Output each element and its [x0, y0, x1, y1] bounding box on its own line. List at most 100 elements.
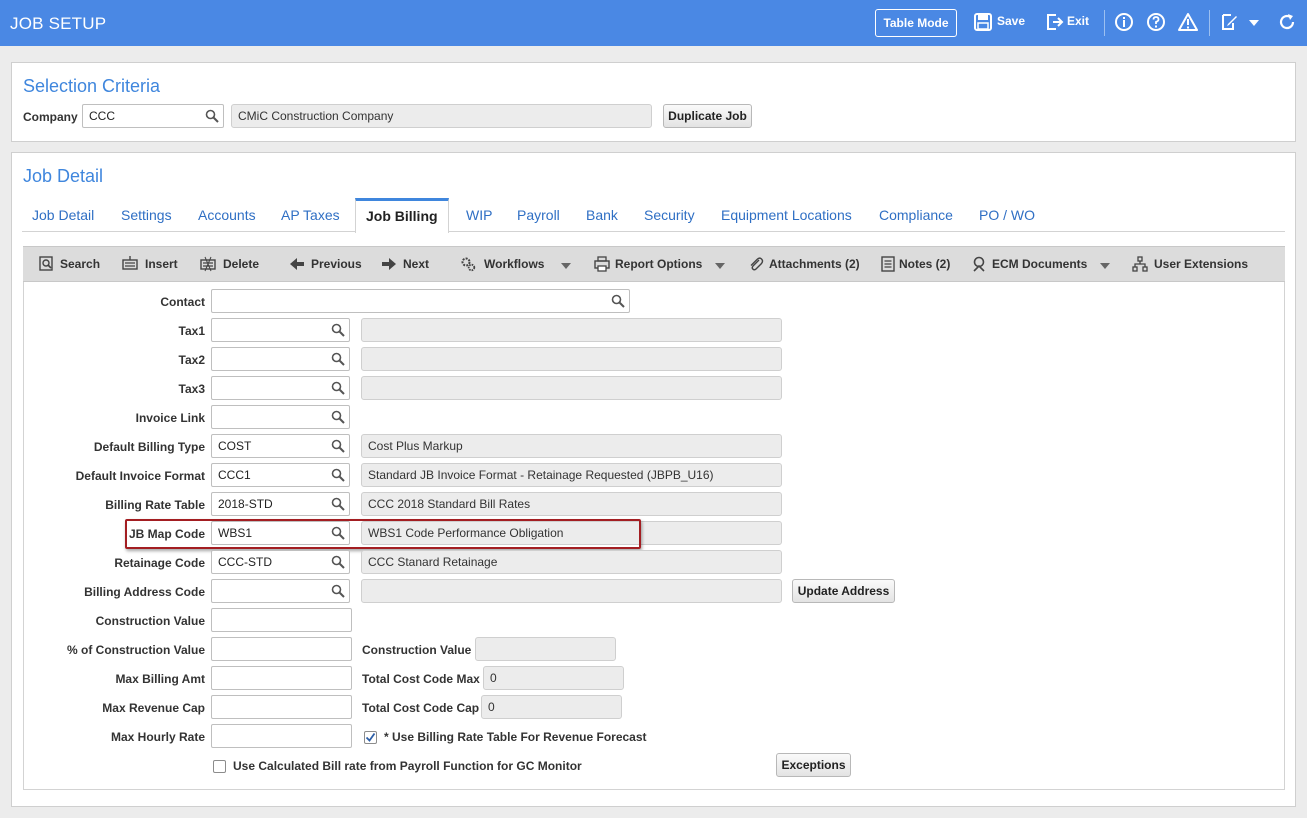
- max-billing-input[interactable]: [211, 666, 352, 690]
- contact-input[interactable]: [211, 289, 630, 313]
- search-icon[interactable]: [205, 109, 219, 123]
- billing-type-label: Default Billing Type: [93, 440, 205, 454]
- hierarchy-icon[interactable]: [1132, 256, 1148, 272]
- duplicate-job-button[interactable]: Duplicate Job: [663, 104, 752, 128]
- tab-ap-taxes[interactable]: AP Taxes: [281, 207, 340, 223]
- selection-criteria-panel: Selection Criteria: [11, 62, 1296, 142]
- company-input[interactable]: CCC: [82, 104, 224, 128]
- billing-type-input[interactable]: COST: [211, 434, 350, 458]
- user-extensions-button[interactable]: User Extensions: [1154, 257, 1248, 271]
- construction-value-ro-label: Construction Value: [362, 643, 472, 657]
- workflows-button[interactable]: Workflows: [484, 257, 544, 271]
- chevron-down-icon[interactable]: [561, 263, 571, 269]
- paperclip-icon[interactable]: [748, 256, 764, 272]
- tax1-input[interactable]: [211, 318, 350, 342]
- ecm-documents-button[interactable]: ECM Documents: [992, 257, 1087, 271]
- tab-settings[interactable]: Settings: [121, 207, 172, 223]
- delete-button[interactable]: Delete: [223, 257, 259, 271]
- highlight-box: [125, 519, 641, 549]
- previous-button[interactable]: Previous: [311, 257, 362, 271]
- notes-icon[interactable]: [880, 256, 896, 272]
- billing-type-value: COST: [218, 439, 252, 453]
- warning-icon[interactable]: [1178, 12, 1198, 32]
- tax2-input[interactable]: [211, 347, 350, 371]
- tab-job-detail[interactable]: Job Detail: [32, 207, 94, 223]
- search-icon[interactable]: [39, 256, 55, 272]
- rate-table-input[interactable]: 2018-STD: [211, 492, 350, 516]
- tab-po-wo[interactable]: PO / WO: [979, 207, 1035, 223]
- refresh-icon[interactable]: [1277, 12, 1297, 32]
- tab-bar: Job Detail Settings Accounts AP Taxes Jo…: [22, 198, 1285, 233]
- contact-label: Contact: [160, 295, 205, 309]
- tab-wip[interactable]: WIP: [466, 207, 492, 223]
- retainage-code-input[interactable]: CCC-STD: [211, 550, 350, 574]
- tab-equipment-locations[interactable]: Equipment Locations: [721, 207, 852, 223]
- report-options-button[interactable]: Report Options: [615, 257, 702, 271]
- search-button[interactable]: Search: [60, 257, 100, 271]
- chevron-down-icon[interactable]: [1100, 263, 1110, 269]
- exceptions-button[interactable]: Exceptions: [776, 753, 851, 777]
- rate-table-value: 2018-STD: [218, 497, 273, 511]
- calculated-bill-rate-checkbox[interactable]: [213, 760, 226, 773]
- invoice-format-label: Default Invoice Format: [75, 469, 205, 483]
- arrow-left-icon[interactable]: [289, 256, 305, 272]
- chevron-down-icon[interactable]: [1249, 20, 1259, 26]
- separator: [1209, 10, 1210, 36]
- attachments-button[interactable]: Attachments (2): [769, 257, 860, 271]
- invoice-format-value: CCC1: [218, 468, 251, 482]
- update-address-button[interactable]: Update Address: [792, 579, 895, 603]
- exit-icon[interactable]: [1044, 12, 1064, 32]
- max-hourly-input[interactable]: [211, 724, 352, 748]
- total-cost-code-cap-field: 0: [481, 695, 622, 719]
- search-icon[interactable]: [331, 323, 345, 337]
- next-button[interactable]: Next: [403, 257, 429, 271]
- record-toolbar: Search Insert Delete Previous Next Workf…: [23, 246, 1285, 282]
- total-cost-code-cap-label: Total Cost Code Cap: [362, 701, 480, 715]
- max-revenue-input[interactable]: [211, 695, 352, 719]
- search-icon[interactable]: [331, 584, 345, 598]
- search-icon[interactable]: [611, 294, 625, 308]
- insert-button[interactable]: Insert: [145, 257, 178, 271]
- separator: [1104, 10, 1105, 36]
- search-icon[interactable]: [331, 497, 345, 511]
- tab-security[interactable]: Security: [644, 207, 695, 223]
- search-icon[interactable]: [331, 352, 345, 366]
- pct-construction-input[interactable]: [211, 637, 352, 661]
- tab-bank[interactable]: Bank: [586, 207, 618, 223]
- edit-icon[interactable]: [1219, 12, 1239, 32]
- arrow-right-icon[interactable]: [381, 256, 397, 272]
- invoice-format-input[interactable]: CCC1: [211, 463, 350, 487]
- construction-value-label: Construction Value: [95, 614, 205, 628]
- exit-button[interactable]: Exit: [1067, 14, 1089, 28]
- save-icon[interactable]: [973, 12, 993, 32]
- tab-payroll[interactable]: Payroll: [517, 207, 560, 223]
- billing-rate-table-checkbox[interactable]: [364, 731, 377, 744]
- construction-value-input[interactable]: [211, 608, 352, 632]
- table-mode-button[interactable]: Table Mode: [875, 9, 957, 37]
- tab-accounts[interactable]: Accounts: [198, 207, 256, 223]
- tax3-input[interactable]: [211, 376, 350, 400]
- checkmark-icon: [365, 732, 376, 742]
- chevron-down-icon[interactable]: [715, 263, 725, 269]
- tab-compliance[interactable]: Compliance: [879, 207, 953, 223]
- search-icon[interactable]: [331, 381, 345, 395]
- billing-address-input[interactable]: [211, 579, 350, 603]
- printer-icon[interactable]: [594, 256, 610, 272]
- notes-button[interactable]: Notes (2): [899, 257, 950, 271]
- invoice-link-input[interactable]: [211, 405, 350, 429]
- search-icon[interactable]: [331, 410, 345, 424]
- help-icon[interactable]: [1146, 12, 1166, 32]
- info-icon[interactable]: [1114, 12, 1134, 32]
- search-icon[interactable]: [331, 468, 345, 482]
- search-icon[interactable]: [331, 439, 345, 453]
- job-detail-title: Job Detail: [23, 166, 104, 186]
- delete-icon[interactable]: [200, 256, 216, 272]
- search-icon[interactable]: [331, 555, 345, 569]
- tax3-label: Tax3: [178, 382, 205, 396]
- ecm-documents-icon[interactable]: [971, 256, 987, 272]
- gears-icon[interactable]: [460, 256, 476, 272]
- insert-icon[interactable]: [122, 256, 138, 272]
- tab-job-billing[interactable]: Job Billing: [355, 198, 449, 233]
- total-cost-code-max-field: 0: [483, 666, 624, 690]
- save-button[interactable]: Save: [997, 14, 1025, 28]
